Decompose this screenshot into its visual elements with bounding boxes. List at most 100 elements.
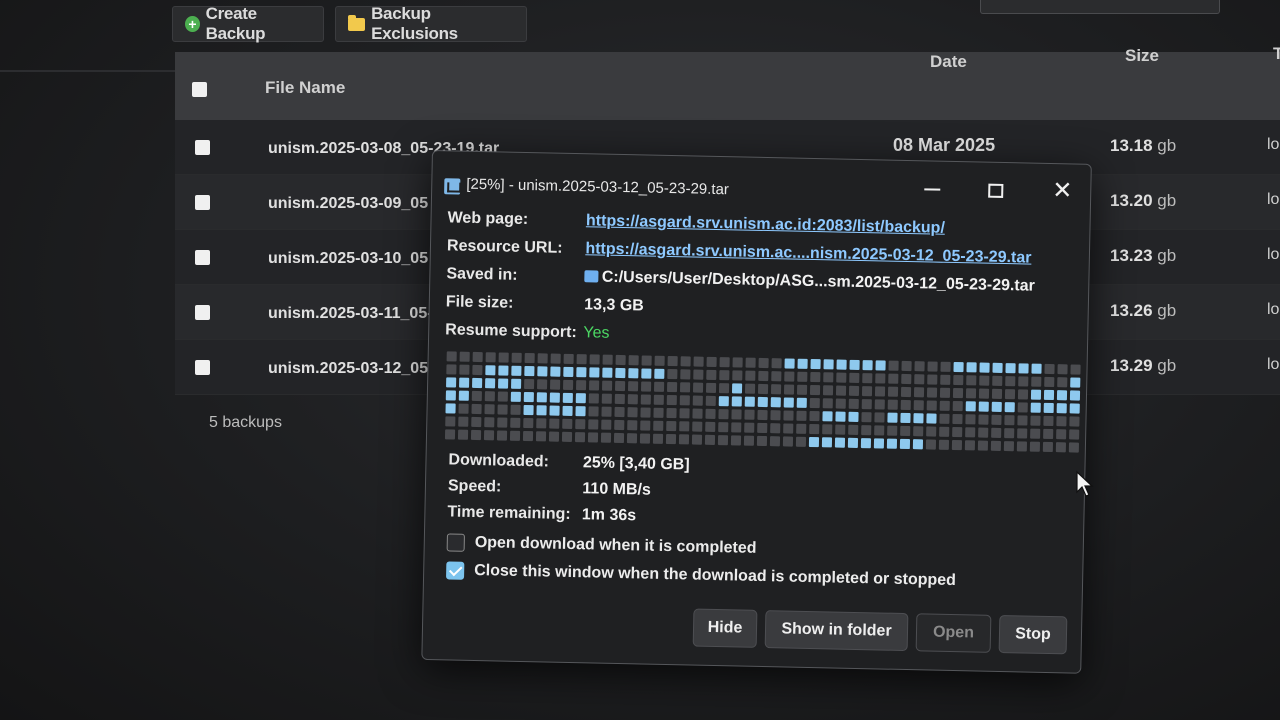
segment-pending (705, 395, 716, 406)
segment-pending (1069, 429, 1080, 440)
row-size-unit: gb (1157, 136, 1177, 155)
segment-pending (731, 422, 742, 433)
header-date[interactable]: Date (930, 52, 967, 72)
web-page-row: Web page: https://asgard.srv.unism.ac.id… (447, 209, 945, 237)
segment-pending (914, 361, 925, 372)
segment-pending (743, 435, 755, 446)
segment-pending (653, 381, 665, 392)
segment-done (1043, 402, 1054, 414)
segment-pending (1030, 415, 1041, 426)
segment-done (821, 437, 833, 448)
segment-pending (901, 360, 912, 372)
segment-pending (782, 436, 794, 447)
segment-pending (484, 404, 495, 415)
resume-row: Resume support: Yes (445, 321, 610, 342)
row-checkbox[interactable] (195, 140, 210, 155)
segment-done (718, 396, 729, 407)
segment-pending (1003, 441, 1015, 452)
segment-pending (550, 353, 561, 364)
web-page-link[interactable]: https://asgard.srv.unism.ac.id:2083/list… (586, 212, 945, 237)
row-checkbox[interactable] (195, 360, 210, 375)
segment-done (848, 411, 859, 422)
show-in-folder-button[interactable]: Show in folder (764, 610, 909, 652)
segment-pending (952, 400, 963, 412)
segment-pending (861, 386, 873, 397)
open-when-complete-checkbox[interactable] (446, 533, 465, 552)
top-select[interactable] (980, 0, 1220, 14)
segment-pending (718, 383, 730, 394)
segment-pending (1017, 428, 1028, 439)
segment-pending (757, 422, 768, 434)
segment-pending (1044, 363, 1055, 375)
segment-pending (600, 432, 612, 443)
hide-button[interactable]: Hide (692, 608, 758, 648)
segment-pending (627, 420, 638, 431)
segment-pending (952, 387, 964, 399)
segment-done (459, 377, 470, 388)
segment-done (458, 390, 469, 401)
file-size-label: File size: (445, 293, 514, 312)
segment-done (602, 367, 613, 378)
resource-url-link[interactable]: https://asgard.srv.unism.ac....nism.2025… (585, 240, 1031, 266)
header-file-name[interactable]: File Name (265, 78, 345, 98)
segment-pending (446, 351, 457, 362)
segment-pending (497, 391, 508, 402)
speed-label: Speed: (447, 477, 502, 496)
segment-pending (666, 420, 677, 432)
segment-done (1018, 363, 1029, 374)
close-button[interactable]: ✕ (1047, 176, 1078, 207)
segment-pending (692, 395, 703, 406)
segment-pending (809, 410, 820, 422)
segment-done (536, 405, 547, 416)
backups-count: 5 backups (209, 414, 282, 431)
segment-pending (951, 439, 963, 451)
segment-done (654, 368, 665, 379)
segment-done (966, 362, 977, 373)
segment-pending (524, 378, 535, 390)
select-all-checkbox[interactable] (192, 82, 207, 97)
option-open-when-complete[interactable]: Open download when it is completed (446, 533, 757, 557)
segment-pending (979, 375, 990, 386)
segment-done (576, 367, 587, 378)
segment-done (887, 412, 898, 423)
segment-pending (680, 356, 691, 367)
segment-pending (978, 414, 989, 425)
row-checkbox[interactable] (195, 195, 210, 210)
segment-pending (705, 421, 716, 432)
table-header: File Name Date Size T (175, 44, 1280, 120)
segment-pending (705, 408, 716, 419)
resource-url-row: Resource URL: https://asgard.srv.unism.a… (447, 237, 1032, 267)
option-close-when-complete[interactable]: Close this window when the download is c… (446, 561, 956, 590)
segment-done (589, 367, 600, 378)
segment-pending (992, 375, 1003, 386)
segment-pending (1017, 402, 1028, 413)
segment-done (485, 365, 496, 376)
maximize-button[interactable] (980, 174, 1011, 205)
segment-pending (744, 409, 755, 420)
backup-exclusions-button[interactable]: Backup Exclusions (335, 4, 527, 43)
saved-in-path[interactable]: C:/Users/User/Desktop/ASG...sm.2025-03-1… (584, 268, 1035, 295)
segment-pending (926, 426, 937, 437)
dialog-title: [25%] - unism.2025-03-12_05-23-29.tar (466, 175, 730, 199)
segment-pending (640, 381, 652, 392)
segment-pending (719, 357, 730, 368)
header-size[interactable]: Size (1125, 46, 1159, 66)
segment-done (862, 360, 873, 371)
segment-pending (887, 399, 898, 410)
open-button[interactable]: Open (915, 613, 992, 653)
header-type[interactable]: T (1273, 44, 1280, 64)
row-size: 13.23 gb (1110, 246, 1176, 266)
stop-button[interactable]: Stop (998, 614, 1068, 655)
segment-done (836, 359, 847, 370)
segment-pending (548, 431, 560, 442)
segment-pending (614, 406, 625, 418)
segment-pending (537, 353, 548, 364)
close-when-complete-checkbox[interactable] (446, 561, 465, 580)
row-file-name: unism.2025-03-12_05 (268, 360, 429, 377)
row-checkbox[interactable] (195, 305, 210, 320)
segment-pending (797, 371, 808, 382)
segment-pending (485, 352, 496, 363)
row-checkbox[interactable] (195, 250, 210, 265)
create-backup-button[interactable]: + Create Backup (172, 4, 324, 43)
minimize-button[interactable] (917, 173, 948, 204)
